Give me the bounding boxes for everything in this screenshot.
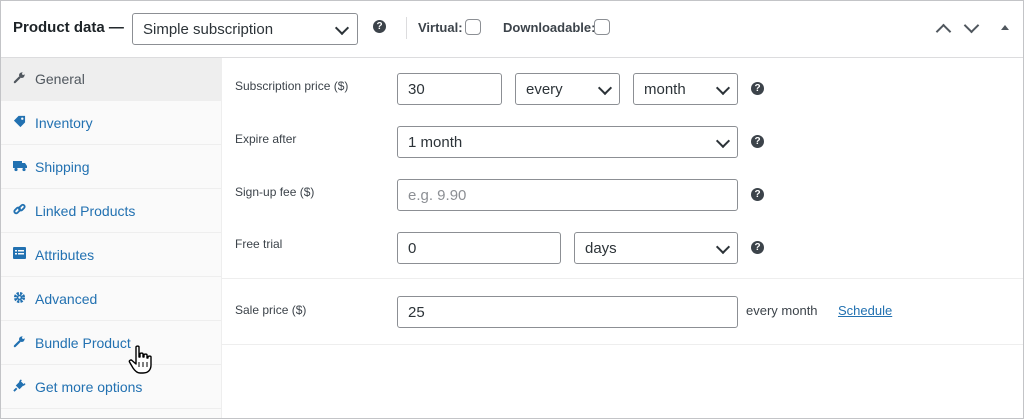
sale-price-suffix: every month (746, 303, 818, 318)
move-up-icon[interactable] (935, 23, 952, 40)
plugin-icon (13, 379, 27, 393)
tab-label: Attributes (35, 247, 95, 263)
wrench-icon (13, 71, 27, 85)
chevron-down-icon (715, 239, 731, 255)
billing-interval-value: every (526, 81, 563, 98)
tab-label: General (35, 71, 85, 87)
tab-label: Bundle Product (35, 335, 131, 351)
sale-price-label: Sale price ($) (235, 303, 307, 317)
tab-label: Inventory (35, 115, 93, 131)
expire-after-value: 1 month (408, 134, 463, 151)
help-icon[interactable]: ? (751, 188, 764, 201)
free-trial-length-value: 0 (408, 240, 417, 257)
subscription-price-label: Subscription price ($) (235, 79, 349, 93)
chevron-down-icon (597, 80, 613, 96)
free-trial-length-input[interactable]: 0 (397, 232, 561, 264)
downloadable-checkbox[interactable] (594, 19, 610, 35)
virtual-label: Virtual: (418, 20, 463, 35)
product-type-select[interactable]: Simple subscription (132, 13, 358, 45)
schedule-link[interactable]: Schedule (838, 303, 892, 318)
tab-inventory[interactable]: Inventory (1, 102, 221, 145)
free-trial-period-select[interactable]: days (574, 232, 738, 264)
move-down-icon[interactable] (963, 17, 980, 34)
expire-after-select[interactable]: 1 month (397, 126, 738, 158)
downloadable-label: Downloadable: (503, 20, 596, 35)
tab-label: Get more options (35, 379, 143, 395)
help-icon[interactable]: ? (751, 82, 764, 95)
tab-bundle-product[interactable]: Bundle Product (1, 322, 221, 365)
help-icon[interactable]: ? (751, 135, 764, 148)
divider (222, 344, 1023, 345)
sale-price-input[interactable]: 25 (397, 296, 738, 328)
tab-label: Advanced (35, 291, 98, 307)
panel-title: Product data — (13, 19, 124, 36)
tab-label: Shipping (35, 159, 90, 175)
tab-attributes[interactable]: Attributes (1, 234, 221, 277)
hand-cursor-icon (128, 345, 152, 374)
list-icon (13, 247, 27, 261)
help-icon[interactable]: ? (373, 20, 386, 33)
product-data-panel: Product data — Simple subscription ? Vir… (0, 0, 1024, 419)
chevron-down-icon (715, 80, 731, 96)
link-icon (13, 203, 27, 217)
divider (222, 278, 1023, 279)
chevron-down-icon (334, 20, 350, 36)
free-trial-period-value: days (585, 240, 617, 257)
tab-advanced[interactable]: Advanced (1, 278, 221, 321)
billing-period-select[interactable]: month (633, 73, 738, 105)
tab-linked-products[interactable]: Linked Products (1, 190, 221, 233)
free-trial-label: Free trial (235, 237, 283, 251)
wrench-icon (13, 335, 27, 349)
tab-general[interactable]: General (1, 58, 221, 101)
virtual-checkbox[interactable] (465, 19, 481, 35)
product-type-value: Simple subscription (143, 21, 274, 38)
billing-period-value: month (644, 81, 686, 98)
product-data-header: Product data — Simple subscription ? Vir… (1, 1, 1023, 58)
tab-get-more-options[interactable]: Get more options (1, 366, 221, 409)
signup-fee-input[interactable]: e.g. 9.90 (397, 179, 738, 211)
toggle-panel-icon[interactable] (1001, 25, 1009, 30)
tab-shipping[interactable]: Shipping (1, 146, 221, 189)
chevron-down-icon (715, 133, 731, 149)
billing-interval-select[interactable]: every (515, 73, 620, 105)
subscription-price-value: 30 (408, 81, 425, 98)
help-icon[interactable]: ? (751, 241, 764, 254)
divider (406, 17, 407, 39)
product-data-tabs: General Inventory Shipping Linked Produc… (1, 58, 222, 418)
subscription-price-input[interactable]: 30 (397, 73, 502, 105)
signup-fee-placeholder: e.g. 9.90 (408, 187, 467, 204)
tag-icon (13, 115, 27, 129)
gear-icon (13, 291, 27, 305)
truck-icon (13, 159, 27, 173)
tab-label: Linked Products (35, 203, 136, 219)
expire-after-label: Expire after (235, 132, 297, 146)
sale-price-value: 25 (408, 304, 425, 321)
signup-fee-label: Sign-up fee ($) (235, 185, 315, 199)
